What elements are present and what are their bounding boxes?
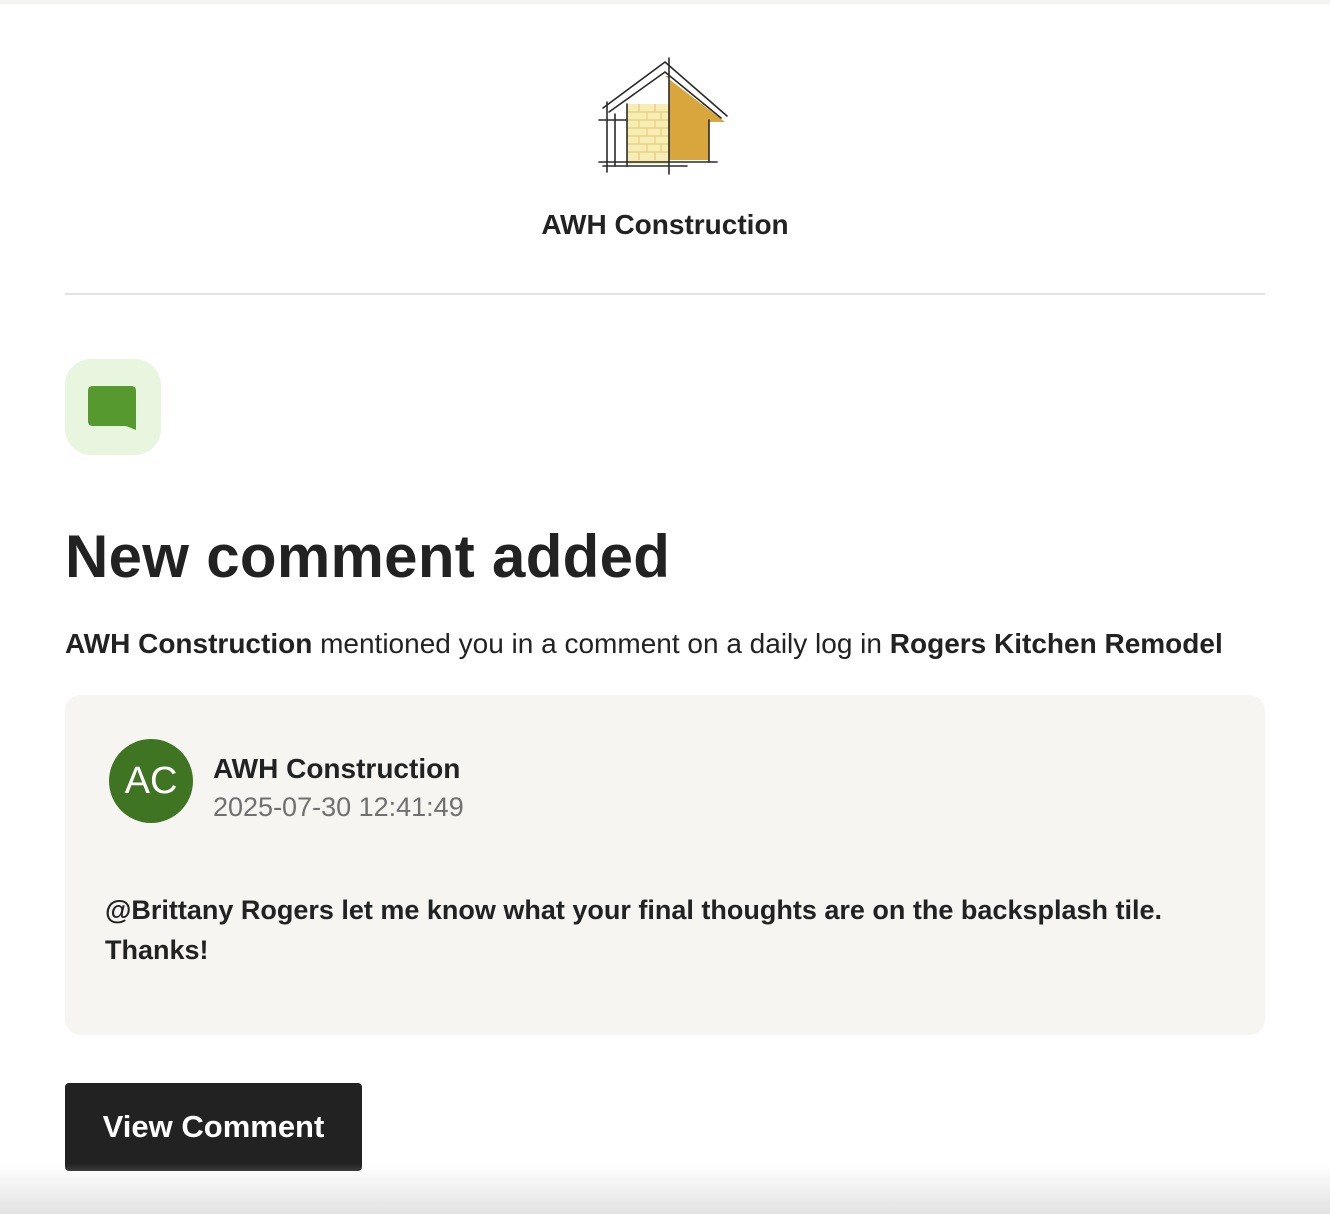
page-title: New comment added <box>65 523 671 590</box>
mention-actor: AWH Construction <box>65 628 313 659</box>
view-comment-button[interactable]: View Comment <box>65 1083 362 1171</box>
header-divider <box>65 293 1265 295</box>
comment-card: AC AWH Construction 2025-07-30 12:41:49 … <box>65 695 1265 1035</box>
avatar: AC <box>109 739 193 823</box>
email-page: AWH Construction New comment added AWH C… <box>0 0 1330 1214</box>
bottom-fade <box>0 1164 1330 1214</box>
email-header: AWH Construction <box>65 4 1265 296</box>
comment-body: @Brittany Rogers let me know what your f… <box>105 895 1163 965</box>
comment-timestamp: 2025-07-30 12:41:49 <box>213 792 464 822</box>
mention-summary: AWH Construction mentioned you in a comm… <box>65 628 1223 660</box>
comment-icon-badge <box>65 359 161 455</box>
project-name: Rogers Kitchen Remodel <box>889 628 1223 659</box>
comment-author: AWH Construction <box>213 753 461 784</box>
house-blueprint-logo-icon <box>598 57 728 175</box>
company-name: AWH Construction <box>541 209 789 240</box>
mention-text: mentioned you in a comment on a daily lo… <box>312 628 890 659</box>
comment-bubble-icon <box>88 386 136 430</box>
